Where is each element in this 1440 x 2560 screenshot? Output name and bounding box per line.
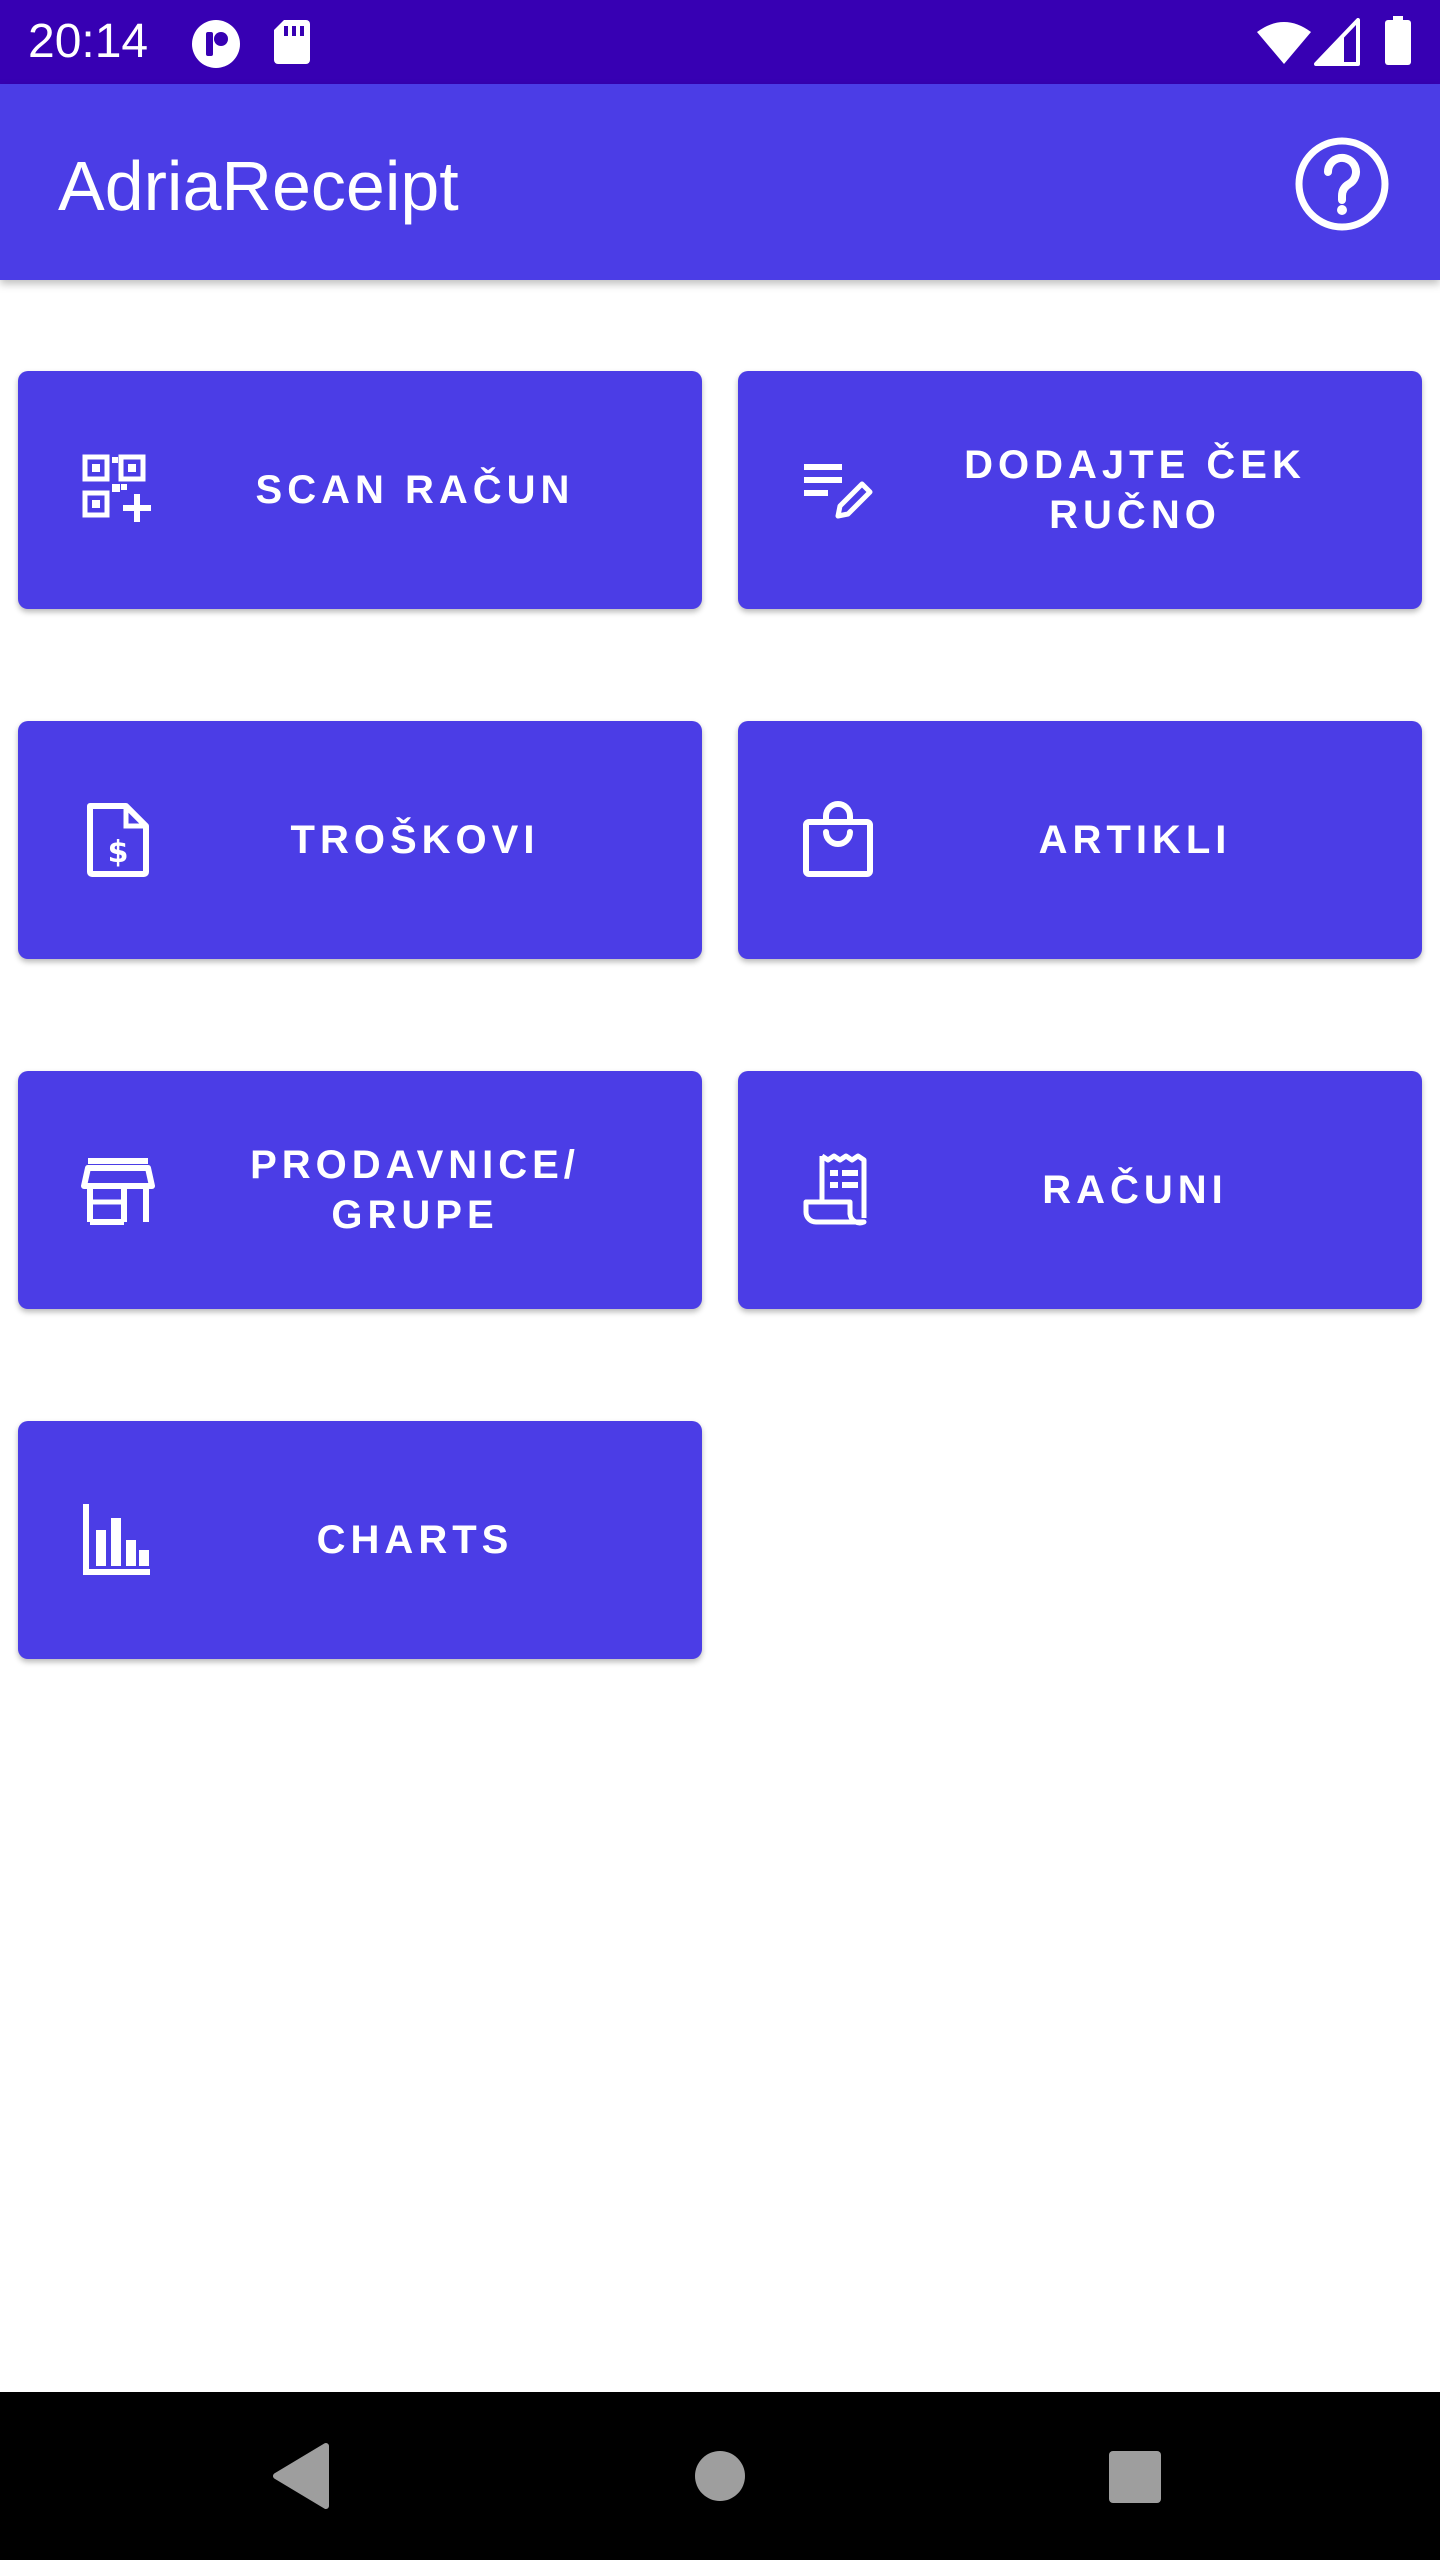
add-receipt-manually-button[interactable]: DODAJTE ČEK RUČNO bbox=[738, 371, 1422, 609]
charts-label: CHARTS bbox=[316, 1518, 514, 1562]
receipts-label: RAČUNI bbox=[1042, 1168, 1228, 1212]
add-receipt-manually-label: DODAJTE ČEK RUČNO bbox=[964, 443, 1306, 537]
qr-code-add-icon bbox=[82, 454, 151, 522]
back-icon bbox=[273, 2443, 329, 2509]
expenses-label: TROŠKOVI bbox=[290, 818, 540, 862]
navigation-bar bbox=[0, 2392, 1440, 2560]
help-button[interactable] bbox=[1290, 132, 1394, 236]
battery-icon bbox=[1384, 16, 1412, 71]
home-button[interactable] bbox=[694, 2450, 746, 2502]
articles-button[interactable]: ARTIKLI bbox=[738, 721, 1422, 959]
receipt-icon bbox=[803, 1153, 867, 1226]
notification-icon bbox=[190, 18, 242, 75]
sd-card-icon bbox=[272, 18, 312, 71]
scan-receipt-label: SCAN RAČUN bbox=[255, 468, 575, 512]
back-button[interactable] bbox=[270, 2442, 334, 2510]
app-title: AdriaReceipt bbox=[58, 147, 459, 225]
help-circle-icon bbox=[1295, 137, 1389, 231]
stores-groups-button[interactable]: PRODAVNICE/ GRUPE bbox=[18, 1071, 702, 1309]
status-bar: 20:14 bbox=[0, 0, 1440, 84]
bar-chart-icon bbox=[83, 1504, 150, 1575]
signal-icon bbox=[1314, 18, 1360, 71]
recents-button[interactable] bbox=[1108, 2450, 1162, 2504]
screen: 20:14 AdriaReceipt SCAN RAČUN DODAJTE ČE… bbox=[0, 0, 1440, 2560]
home-icon bbox=[695, 2451, 745, 2501]
status-time: 20:14 bbox=[28, 15, 149, 68]
recents-icon bbox=[1109, 2451, 1161, 2503]
scan-receipt-button[interactable]: SCAN RAČUN bbox=[18, 371, 702, 609]
dollar-document-icon: $ bbox=[87, 803, 149, 877]
svg-text:$: $ bbox=[108, 835, 129, 870]
app-bar: AdriaReceipt bbox=[0, 84, 1440, 280]
articles-label: ARTIKLI bbox=[1038, 818, 1232, 862]
store-icon bbox=[81, 1158, 155, 1225]
charts-button[interactable]: CHARTS bbox=[18, 1421, 702, 1659]
shopping-bag-icon bbox=[803, 801, 873, 877]
edit-list-icon bbox=[804, 464, 873, 519]
expenses-button[interactable]: $ TROŠKOVI bbox=[18, 721, 702, 959]
wifi-icon bbox=[1256, 20, 1312, 71]
stores-groups-label: PRODAVNICE/ GRUPE bbox=[250, 1143, 580, 1237]
receipts-button[interactable]: RAČUNI bbox=[738, 1071, 1422, 1309]
